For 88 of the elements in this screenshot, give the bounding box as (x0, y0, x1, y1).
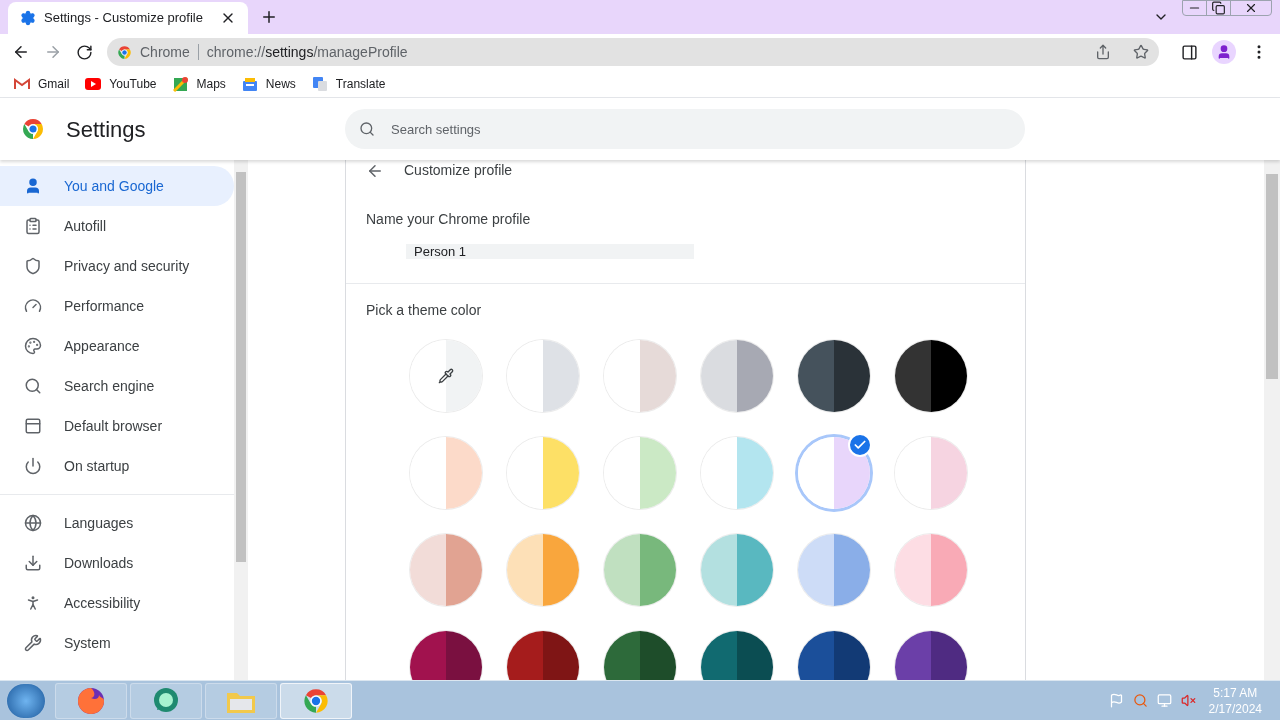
muted-speaker-icon[interactable] (1180, 693, 1196, 708)
download-icon (24, 554, 42, 572)
palette-icon (24, 337, 42, 355)
theme-color-swatch[interactable] (895, 534, 967, 606)
theme-color-swatch[interactable] (507, 437, 579, 509)
theme-color-swatch[interactable] (701, 534, 773, 606)
taskbar-app-button[interactable] (280, 682, 352, 719)
bookmark-link[interactable]: News (241, 74, 296, 93)
sidebar-item[interactable]: Languages (0, 503, 234, 543)
sidebar-item[interactable]: Performance (0, 286, 234, 326)
sidebar-item[interactable]: Appearance (0, 326, 234, 366)
chrome-logo-icon (21, 117, 45, 141)
theme-color-swatch[interactable] (701, 437, 773, 509)
taskbar-app-button[interactable] (130, 682, 202, 719)
shield-icon (24, 257, 42, 275)
section-label: Name your Chrome profile (366, 210, 532, 229)
search-field[interactable]: Search settings (345, 109, 1025, 149)
fox-globe-icon (76, 685, 106, 716)
sidebar-item[interactable]: Default browser (0, 406, 234, 446)
sidebar-item[interactable]: System (0, 623, 234, 663)
sidebar-item[interactable]: On startup (0, 446, 234, 486)
theme-color-swatch[interactable] (410, 534, 482, 606)
back-icon[interactable] (12, 43, 30, 61)
sidebar-scrollbar[interactable] (234, 160, 248, 680)
bookmark-star-icon[interactable] (1133, 44, 1149, 60)
sidebar-item[interactable]: Privacy and security (0, 246, 234, 286)
page-title: Customize profile (404, 161, 513, 180)
gauge-icon (24, 297, 42, 315)
theme-color-swatch[interactable] (701, 340, 773, 412)
theme-color-swatch[interactable] (410, 340, 482, 412)
wrench-icon (24, 634, 42, 652)
newspaper-icon (241, 75, 258, 92)
page-scrollbar[interactable] (1264, 160, 1280, 680)
tab-title: Settings - Customize profile (44, 9, 204, 28)
flag-icon[interactable] (1108, 693, 1124, 708)
check-badge (848, 433, 872, 457)
sidebar-item[interactable]: Downloads (0, 543, 234, 583)
theme-color-swatch[interactable] (604, 437, 676, 509)
translate-icon (311, 75, 328, 92)
taskbar-app-button[interactable] (55, 682, 127, 719)
theme-color-swatch[interactable] (895, 437, 967, 509)
reload-icon[interactable] (76, 43, 93, 61)
theme-color-swatch[interactable] (895, 340, 967, 412)
power-icon (24, 457, 42, 475)
profile-avatar[interactable] (1212, 40, 1236, 64)
bookmark-link[interactable]: YouTube (85, 74, 157, 93)
eyedropper-icon (438, 368, 454, 384)
site-label: Chrome (140, 42, 190, 62)
browser-window-icon (24, 417, 42, 435)
search-icon (24, 377, 42, 395)
search-icon (359, 121, 375, 137)
theme-color-swatch[interactable] (507, 534, 579, 606)
theme-color-swatch[interactable] (604, 534, 676, 606)
start-button[interactable] (6, 682, 46, 719)
globe-icon (24, 514, 42, 532)
network-icon[interactable] (1156, 693, 1172, 708)
theme-color-swatch[interactable] (798, 340, 870, 412)
person-icon (24, 177, 42, 195)
forward-icon[interactable] (44, 43, 62, 61)
search-icon[interactable] (1132, 693, 1148, 708)
settings-title: Settings (66, 115, 146, 144)
profile-name-field[interactable]: Person 1 (406, 244, 694, 259)
address-bar[interactable]: Chrome chrome://settings/manageProfile (107, 38, 1159, 66)
sidebar-item[interactable]: You and Google (0, 166, 234, 206)
theme-color-swatch[interactable] (507, 340, 579, 412)
clipboard-icon (24, 217, 42, 235)
sidebar-item[interactable]: Autofill (0, 206, 234, 246)
bookmark-link[interactable]: Translate (311, 74, 386, 93)
map-pin-icon (172, 75, 189, 92)
new-tab-icon[interactable] (260, 8, 278, 26)
site-icon (117, 44, 132, 60)
url-text: chrome://settings/manageProfile (206, 42, 408, 62)
browser-tab[interactable]: Settings - Customize profile (8, 2, 248, 34)
sidebar-item[interactable]: Search engine (0, 366, 234, 406)
sidebar-item[interactable]: Accessibility (0, 583, 234, 623)
settings-icon (20, 10, 36, 26)
section-label: Pick a theme color (366, 301, 483, 320)
theme-color-swatch[interactable] (410, 437, 482, 509)
side-panel-icon[interactable] (1181, 43, 1198, 61)
chrome-logo-icon (302, 686, 330, 715)
theme-color-swatch[interactable] (798, 534, 870, 606)
theme-color-swatch[interactable] (604, 340, 676, 412)
share-icon[interactable] (1095, 44, 1111, 60)
bookmark-link[interactable]: Gmail (14, 74, 70, 93)
bookmark-link[interactable]: Maps (172, 74, 226, 93)
video-play-icon (85, 77, 102, 90)
theme-color-swatch[interactable] (798, 437, 870, 509)
mail-envelope-icon (14, 77, 30, 90)
